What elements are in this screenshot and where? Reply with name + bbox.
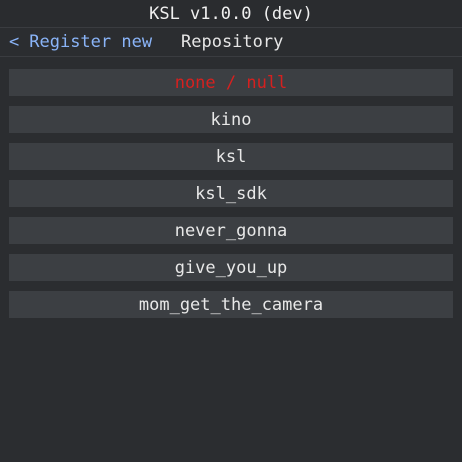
repository-item-give-you-up[interactable]: give_you_up [9,254,453,281]
back-button-label: Register new [29,32,153,52]
register-new-back-button[interactable]: < Register new [9,32,152,52]
repository-item-ksl[interactable]: ksl [9,143,453,170]
window-titlebar: KSL v1.0.0 (dev) [0,0,462,28]
repository-item-mom-get-the-camera[interactable]: mom_get_the_camera [9,291,453,318]
repository-item-never-gonna[interactable]: never_gonna [9,217,453,244]
repository-list: none / null kino ksl ksl_sdk never_gonna… [9,69,453,328]
window-title: KSL v1.0.0 (dev) [149,3,313,24]
repository-item-ksl-sdk[interactable]: ksl_sdk [9,180,453,207]
repository-item-kino[interactable]: kino [9,106,453,133]
repository-item-none-null[interactable]: none / null [9,69,453,96]
navigation-bar: < Register new Repository [0,28,462,57]
chevron-left-icon: < [9,32,20,52]
page-title: Repository [181,32,284,52]
